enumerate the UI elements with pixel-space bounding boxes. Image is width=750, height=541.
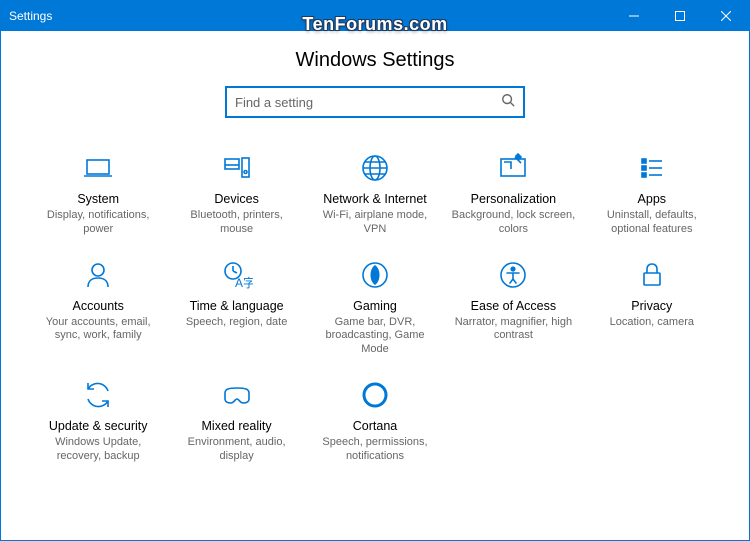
page-title: Windows Settings <box>1 49 749 72</box>
tile-title: Personalization <box>471 192 556 207</box>
maximize-icon <box>675 11 685 21</box>
search-box[interactable] <box>225 86 525 118</box>
settings-tile-update-security[interactable]: Update & security Windows Update, recover… <box>29 379 167 464</box>
devices-icon <box>221 152 253 184</box>
search-container <box>1 86 749 118</box>
tile-title: Accounts <box>72 299 123 314</box>
tile-description: Wi-Fi, airplane mode, VPN <box>312 209 438 237</box>
privacy-icon <box>636 259 668 291</box>
settings-tile-devices[interactable]: Devices Bluetooth, printers, mouse <box>167 152 305 237</box>
settings-grid: SystemDisplay, notifications, powerDevic… <box>1 118 749 463</box>
minimize-button[interactable] <box>611 1 657 31</box>
update-security-icon <box>82 379 114 411</box>
minimize-icon <box>629 11 639 21</box>
tile-description: Display, notifications, power <box>35 209 161 237</box>
window-controls <box>611 1 749 31</box>
tile-description: Bluetooth, printers, mouse <box>174 209 300 237</box>
tile-description: Location, camera <box>610 316 694 330</box>
mixed-reality-icon <box>221 379 253 411</box>
tile-title: Privacy <box>631 299 672 314</box>
tile-title: System <box>77 192 119 207</box>
tile-title: Gaming <box>353 299 397 314</box>
settings-tile-accounts[interactable]: Accounts Your accounts, email, sync, work… <box>29 259 167 357</box>
tile-title: Devices <box>214 192 258 207</box>
settings-tile-network-internet[interactable]: Network & Internet Wi-Fi, airplane mode, … <box>306 152 444 237</box>
window-title: Settings <box>9 9 52 23</box>
tile-description: Environment, audio, display <box>174 436 300 464</box>
tile-title: Network & Internet <box>323 192 427 207</box>
tile-description: Speech, permissions, notifications <box>312 436 438 464</box>
tile-description: Windows Update, recovery, backup <box>35 436 161 464</box>
cortana-icon <box>359 379 391 411</box>
personalization-icon <box>497 152 529 184</box>
tile-title: Ease of Access <box>471 299 556 314</box>
close-icon <box>721 11 731 21</box>
tile-description: Background, lock screen, colors <box>450 209 576 237</box>
maximize-button[interactable] <box>657 1 703 31</box>
gaming-icon <box>359 259 391 291</box>
tile-title: Cortana <box>353 419 397 434</box>
tile-description: Speech, region, date <box>186 316 288 330</box>
apps-icon <box>636 152 668 184</box>
tile-description: Game bar, DVR, broadcasting, Game Mode <box>312 316 438 357</box>
tile-title: Apps <box>638 192 667 207</box>
settings-tile-system[interactable]: System Display, notifications, power <box>29 152 167 237</box>
network-icon <box>359 152 391 184</box>
tile-title: Mixed reality <box>202 419 272 434</box>
tile-title: Update & security <box>49 419 148 434</box>
search-icon <box>501 93 515 112</box>
settings-tile-gaming[interactable]: Gaming Game bar, DVR, broadcasting, Game … <box>306 259 444 357</box>
search-input[interactable] <box>235 95 501 110</box>
tile-description: Narrator, magnifier, high contrast <box>450 316 576 344</box>
time-language-icon <box>221 259 253 291</box>
accounts-icon <box>82 259 114 291</box>
ease-of-access-icon <box>497 259 529 291</box>
system-icon <box>82 152 114 184</box>
settings-tile-cortana[interactable]: Cortana Speech, permissions, notification… <box>306 379 444 464</box>
tile-description: Your accounts, email, sync, work, family <box>35 316 161 344</box>
window-titlebar: Settings <box>1 1 749 31</box>
settings-tile-mixed-reality[interactable]: Mixed reality Environment, audio, display <box>167 379 305 464</box>
tile-title: Time & language <box>190 299 284 314</box>
settings-tile-personalization[interactable]: Personalization Background, lock screen, … <box>444 152 582 237</box>
close-button[interactable] <box>703 1 749 31</box>
settings-tile-apps[interactable]: Apps Uninstall, defaults, optional featur… <box>583 152 721 237</box>
settings-tile-privacy[interactable]: Privacy Location, camera <box>583 259 721 357</box>
settings-tile-ease-of-access[interactable]: Ease of Access Narrator, magnifier, high … <box>444 259 582 357</box>
settings-tile-time-language[interactable]: Time & language Speech, region, date <box>167 259 305 357</box>
tile-description: Uninstall, defaults, optional features <box>589 209 715 237</box>
